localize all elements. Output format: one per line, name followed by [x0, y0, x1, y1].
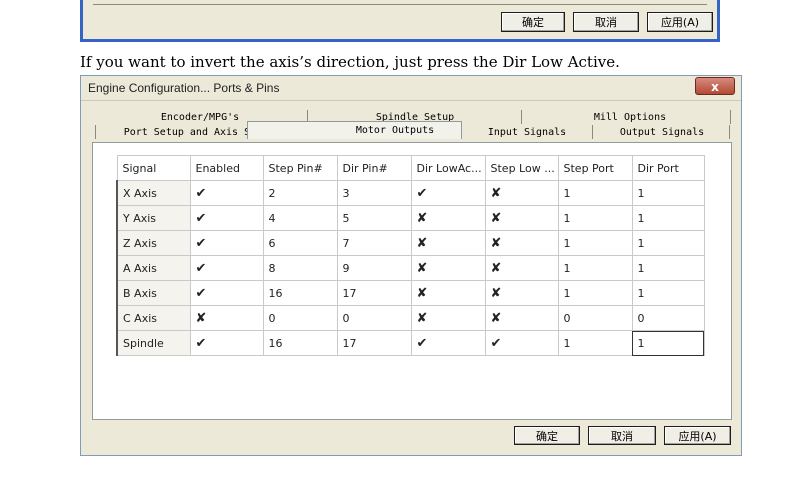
step-pin-cell[interactable]: 16 [262, 280, 338, 306]
tab-divider [521, 110, 522, 124]
previous-ok-button[interactable]: 确定 [501, 12, 565, 32]
dir-port-cell[interactable]: 1 [631, 255, 705, 281]
signal-cell: C Axis [116, 305, 191, 331]
tab-motor-outputs[interactable]: Motor Outputs [340, 124, 450, 138]
step-low-active-toggle[interactable]: ✘ [484, 280, 559, 306]
column-header[interactable]: Step Pin# [262, 155, 338, 181]
tab-divider [95, 125, 96, 139]
dir-low-active-toggle[interactable]: ✘ [410, 255, 486, 281]
column-header[interactable]: Dir LowAc... [410, 155, 486, 181]
dir-port-cell[interactable]: 1 [631, 180, 705, 206]
dir-port-cell[interactable]: 1 [631, 230, 705, 256]
step-port-cell[interactable]: 1 [557, 180, 633, 206]
column-header[interactable]: Step Low ... [484, 155, 559, 181]
dir-low-active-toggle[interactable]: ✘ [410, 230, 486, 256]
table-row[interactable]: C Axis ✘ 0 0 ✘ ✘ 0 0 [116, 305, 705, 331]
step-pin-cell[interactable]: 2 [262, 180, 338, 206]
signal-cell: A Axis [116, 255, 191, 281]
dir-low-active-toggle[interactable]: ✘ [410, 205, 486, 231]
enabled-toggle[interactable]: ✔ [189, 205, 264, 231]
step-port-cell[interactable]: 1 [557, 255, 633, 281]
column-header[interactable]: Dir Port [631, 155, 705, 181]
tab-divider [729, 125, 730, 139]
step-port-cell[interactable]: 0 [557, 305, 633, 331]
ok-button[interactable]: 确定 [514, 426, 580, 445]
dir-pin-cell[interactable]: 9 [336, 255, 412, 281]
dir-port-cell[interactable]: 1 [631, 205, 705, 231]
signal-cell: Spindle [116, 330, 191, 356]
dir-low-active-toggle[interactable]: ✔ [410, 330, 486, 356]
step-low-active-toggle[interactable]: ✘ [484, 180, 559, 206]
enabled-toggle[interactable]: ✔ [189, 230, 264, 256]
step-pin-cell[interactable]: 0 [262, 305, 338, 331]
table-row[interactable]: Spindle ✔ 16 17 ✔ ✔ 1 1 [116, 330, 705, 356]
previous-apply-button[interactable]: 应用(A) [647, 12, 713, 32]
step-low-active-toggle[interactable]: ✘ [484, 255, 559, 281]
step-low-active-toggle[interactable]: ✔ [484, 330, 559, 356]
motor-outputs-table: Signal Enabled Step Pin# Dir Pin# Dir Lo… [116, 155, 705, 356]
dir-low-active-toggle[interactable]: ✘ [410, 280, 486, 306]
previous-cancel-button[interactable]: 取消 [573, 12, 639, 32]
previous-dialog-body: 确定 取消 应用(A) [83, 0, 717, 39]
table-row[interactable]: Z Axis ✔ 6 7 ✘ ✘ 1 1 [116, 230, 705, 256]
dir-pin-cell[interactable]: 3 [336, 180, 412, 206]
signal-cell: Y Axis [116, 205, 191, 231]
column-header[interactable]: Signal [116, 155, 191, 181]
tab-input-signals[interactable]: Input Signals [472, 126, 582, 140]
enabled-toggle[interactable]: ✔ [189, 255, 264, 281]
enabled-toggle[interactable]: ✔ [189, 330, 264, 356]
dir-port-cell[interactable]: 1 [631, 330, 705, 356]
table-row[interactable]: B Axis ✔ 16 17 ✘ ✘ 1 1 [116, 280, 705, 306]
enabled-toggle[interactable]: ✔ [189, 180, 264, 206]
step-pin-cell[interactable]: 4 [262, 205, 338, 231]
enabled-toggle[interactable]: ✘ [189, 305, 264, 331]
step-port-cell[interactable]: 1 [557, 230, 633, 256]
step-pin-cell[interactable]: 6 [262, 230, 338, 256]
apply-button[interactable]: 应用(A) [664, 426, 731, 445]
tab-divider [592, 125, 593, 139]
tab-encoder-mpg[interactable]: Encoder/MPG's [135, 111, 265, 125]
step-low-active-toggle[interactable]: ✘ [484, 305, 559, 331]
table-row[interactable]: A Axis ✔ 8 9 ✘ ✘ 1 1 [116, 255, 705, 281]
dir-pin-cell[interactable]: 17 [336, 280, 412, 306]
dir-pin-cell[interactable]: 5 [336, 205, 412, 231]
column-header[interactable]: Enabled [189, 155, 264, 181]
step-port-cell[interactable]: 1 [557, 330, 633, 356]
tab-divider [730, 110, 731, 124]
dir-pin-cell[interactable]: 7 [336, 230, 412, 256]
signal-cell: Z Axis [116, 230, 191, 256]
instruction-caption: If you want to invert the axis’s directi… [80, 53, 620, 71]
dir-low-active-toggle[interactable]: ✔ [410, 180, 486, 206]
dir-low-active-toggle[interactable]: ✘ [410, 305, 486, 331]
tab-mill-options[interactable]: Mill Options [570, 111, 690, 125]
table-row[interactable]: Y Axis ✔ 4 5 ✘ ✘ 1 1 [116, 205, 705, 231]
step-pin-cell[interactable]: 16 [262, 330, 338, 356]
step-low-active-toggle[interactable]: ✘ [484, 230, 559, 256]
previous-dialog-divider [93, 0, 707, 5]
dir-pin-cell[interactable]: 0 [336, 305, 412, 331]
previous-dialog-fragment: 确定 取消 应用(A) [80, 0, 720, 42]
dir-pin-cell[interactable]: 17 [336, 330, 412, 356]
signal-cell: B Axis [116, 280, 191, 306]
step-low-active-toggle[interactable]: ✘ [484, 205, 559, 231]
dir-port-cell[interactable]: 1 [631, 280, 705, 306]
step-port-cell[interactable]: 1 [557, 205, 633, 231]
table-row[interactable]: X Axis ✔ 2 3 ✔ ✘ 1 1 [116, 180, 705, 206]
enabled-toggle[interactable]: ✔ [189, 280, 264, 306]
table-header-row: Signal Enabled Step Pin# Dir Pin# Dir Lo… [116, 155, 705, 181]
dialog-title: Engine Configuration... Ports & Pins [88, 81, 280, 95]
step-port-cell[interactable]: 1 [557, 280, 633, 306]
cancel-button[interactable]: 取消 [588, 426, 656, 445]
signal-cell: X Axis [116, 180, 191, 206]
dir-port-cell[interactable]: 0 [631, 305, 705, 331]
column-header[interactable]: Dir Pin# [336, 155, 412, 181]
column-header[interactable]: Step Port [557, 155, 633, 181]
tab-output-signals[interactable]: Output Signals [602, 126, 722, 140]
title-bar: Engine Configuration... Ports & Pins x [81, 76, 741, 101]
close-icon[interactable]: x [695, 77, 735, 95]
step-pin-cell[interactable]: 8 [262, 255, 338, 281]
